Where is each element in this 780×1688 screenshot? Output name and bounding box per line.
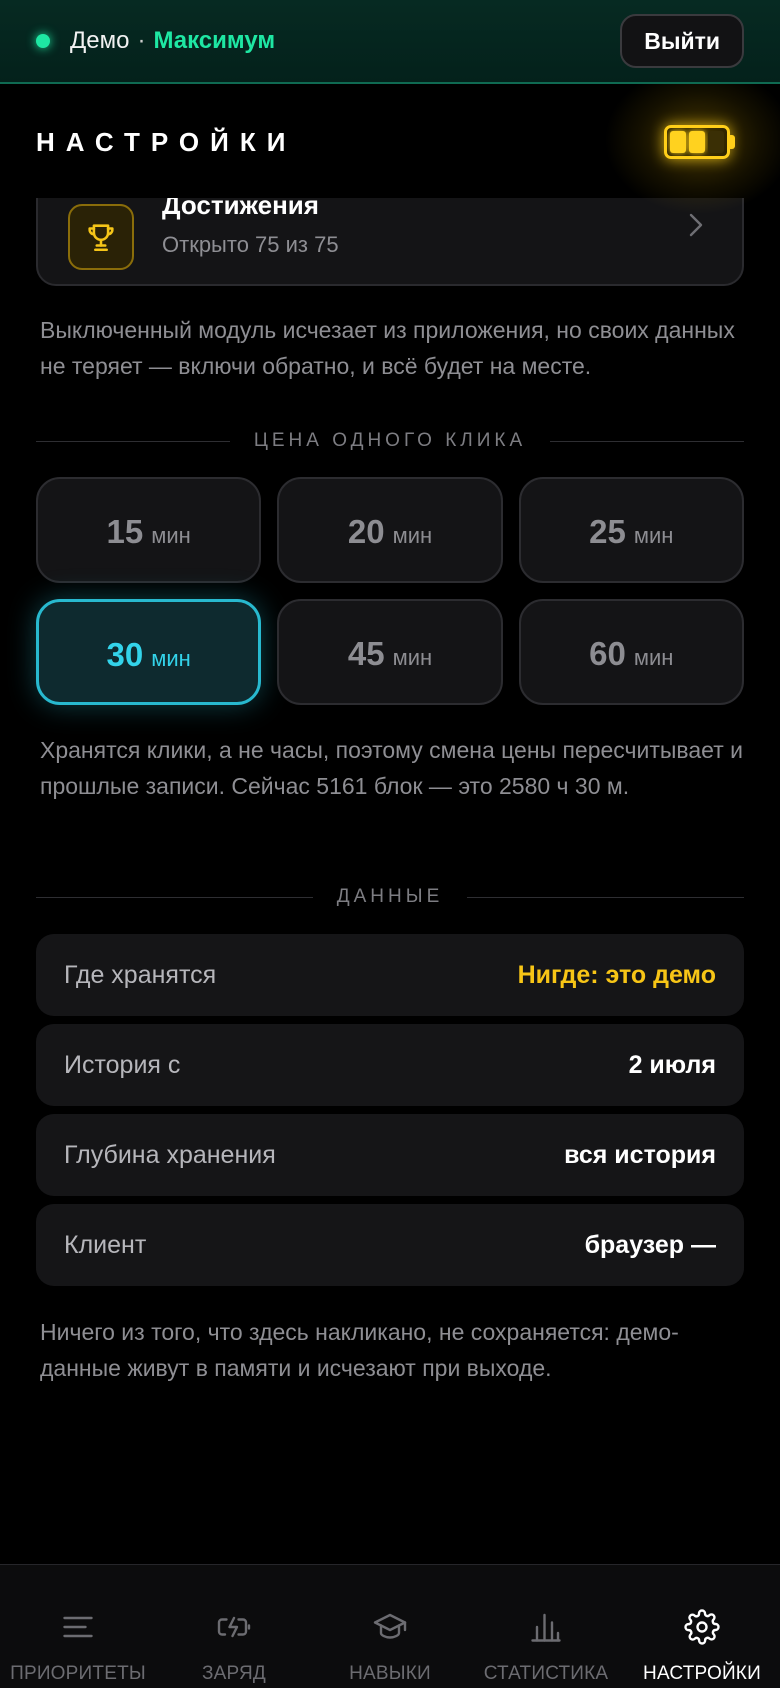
page-header: НАСТРОЙКИ — [0, 65, 780, 215]
battery-icon[interactable] — [604, 65, 780, 215]
demo-plan-label: Максимум — [153, 27, 276, 54]
price-option-20[interactable]: 20 мин — [277, 477, 503, 583]
data-row-retention: Глубина хранения вся история — [36, 1114, 744, 1196]
section-title: ЦЕНА ОДНОГО КЛИКА — [253, 430, 527, 451]
status-dot-icon — [36, 34, 50, 48]
nav-item-charge[interactable]: ЗАРЯД — [156, 1565, 312, 1688]
price-unit: мин — [151, 523, 191, 548]
demo-topbar: Демо · Максимум Выйти — [0, 0, 780, 84]
battery-cell — [689, 131, 705, 153]
divider-line — [550, 440, 744, 442]
charge-icon — [217, 1616, 251, 1638]
data-row-key: Где хранятся — [64, 960, 217, 989]
nav-item-skills[interactable]: НАВЫКИ — [312, 1565, 468, 1688]
settings-screen: Демо · Максимум Выйти Достижения Открыто… — [0, 0, 780, 1688]
nav-label: НАСТРОЙКИ — [643, 1663, 761, 1684]
divider-line — [36, 896, 313, 898]
data-row-value: вся история — [564, 1140, 716, 1169]
data-row-key: Глубина хранения — [64, 1140, 276, 1169]
price-option-45[interactable]: 45 мин — [277, 599, 503, 705]
price-value: 30 — [106, 636, 144, 673]
price-option-25[interactable]: 25 мин — [518, 477, 744, 583]
module-subtitle: Открыто 75 из 75 — [162, 232, 339, 257]
page-title: НАСТРОЙКИ — [36, 126, 297, 157]
data-row-value: Нигде: это демо — [517, 960, 716, 989]
price-option-30-selected[interactable]: 30 мин — [36, 599, 262, 705]
battery-tip — [730, 135, 735, 149]
list-icon — [63, 1616, 93, 1638]
price-value: 25 — [589, 513, 626, 550]
divider-line — [467, 896, 745, 898]
gear-icon — [684, 1609, 720, 1645]
nav-label: ЗАРЯД — [202, 1663, 266, 1684]
demo-mode-label: Демо — [70, 27, 130, 54]
data-row-key: История с — [64, 1050, 181, 1079]
price-unit: мин — [392, 645, 433, 670]
data-row-history: История с 2 июля — [36, 1024, 744, 1106]
nav-label: НАВЫКИ — [349, 1663, 431, 1684]
battery-cell — [670, 131, 686, 153]
nav-item-statistics[interactable]: СТАТИСТИКА — [468, 1565, 624, 1688]
price-unit: мин — [392, 523, 433, 548]
logout-button[interactable]: Выйти — [620, 14, 744, 68]
price-value: 60 — [589, 635, 626, 672]
battery-body — [664, 125, 730, 159]
price-unit: мин — [633, 645, 674, 670]
data-row-client: Клиент браузер — — [36, 1204, 744, 1286]
data-row-key: Клиент — [64, 1230, 147, 1259]
bottom-nav: ПРИОРИТЕТЫ ЗАРЯД НАВЫКИ СТАТИСТИКА НАСТР… — [0, 1564, 780, 1688]
bar-chart-icon — [531, 1613, 561, 1642]
section-header-data: ДАННЫЕ — [36, 882, 745, 912]
price-unit: мин — [151, 646, 191, 671]
trophy-icon — [68, 204, 134, 270]
data-note: Ничего из того, что здесь накликано, не … — [40, 1319, 679, 1381]
price-option-60[interactable]: 60 мин — [518, 599, 744, 705]
nav-item-priorities[interactable]: ПРИОРИТЕТЫ — [0, 1565, 156, 1688]
graduation-cap-icon — [373, 1613, 407, 1639]
modules-note: Выключенный модуль исчезает из приложени… — [40, 317, 735, 379]
price-option-15[interactable]: 15 мин — [36, 477, 262, 583]
click-price-options: 15 мин 20 мин 25 мин 30 мин 45 мин 60 ми… — [36, 477, 744, 705]
data-row-storage: Где хранятся Нигде: это демо — [36, 934, 744, 1016]
click-price-note: Хранятся клики, а не часы, поэтому смена… — [40, 737, 743, 799]
nav-item-settings[interactable]: НАСТРОЙКИ — [624, 1565, 780, 1688]
demo-separator: · — [137, 27, 146, 54]
data-row-value: браузер — — [584, 1230, 716, 1259]
price-unit: мин — [633, 523, 674, 548]
price-value: 45 — [347, 635, 385, 672]
data-row-value: 2 июля — [628, 1050, 716, 1079]
price-value: 15 — [106, 513, 144, 550]
battery-cell-empty — [708, 131, 724, 153]
nav-label: ПРИОРИТЕТЫ — [10, 1663, 146, 1684]
nav-label: СТАТИСТИКА — [483, 1663, 609, 1684]
divider-line — [36, 440, 230, 442]
section-header-click-price: ЦЕНА ОДНОГО КЛИКА — [36, 426, 744, 456]
price-value: 20 — [347, 513, 385, 550]
section-title: ДАННЫЕ — [336, 886, 444, 907]
